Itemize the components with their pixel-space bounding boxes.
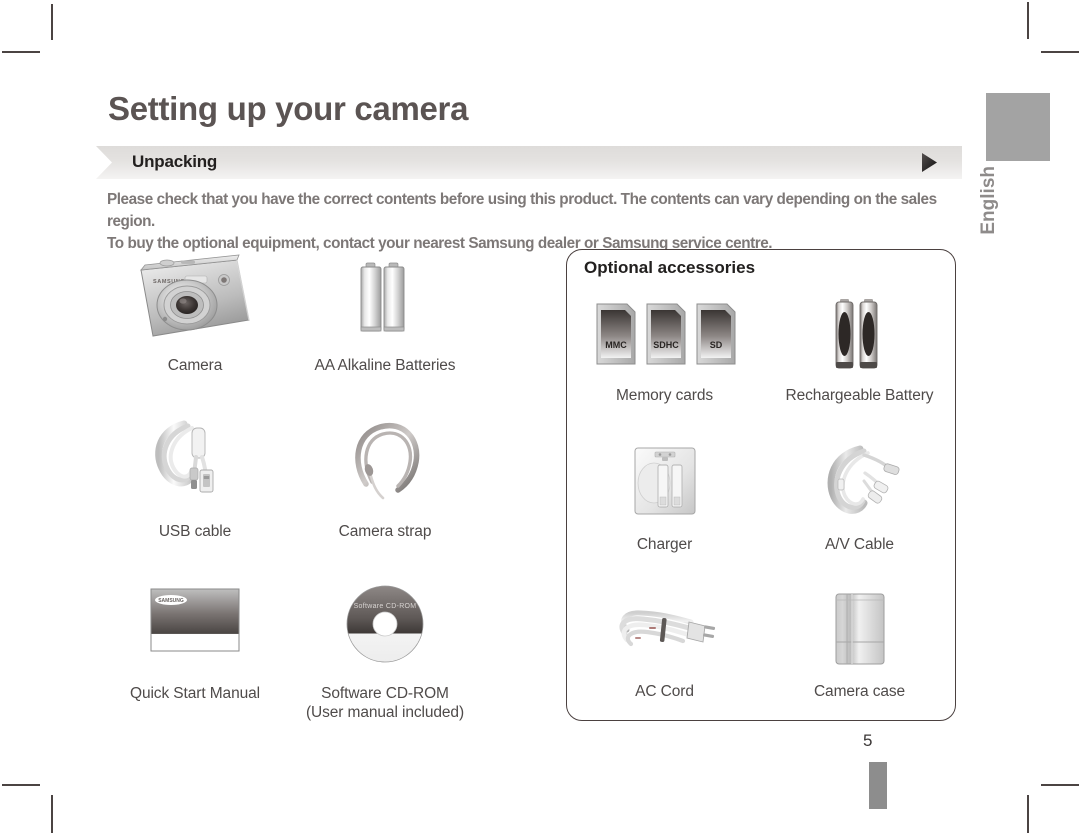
ac-cord-icon — [567, 582, 762, 672]
optional-row-1: MMC SDHC SD Memory cards Rechargeable Ba… — [567, 286, 957, 405]
item-caption: AC Cord — [635, 683, 694, 700]
row-spacer — [100, 541, 500, 568]
item-software-cd-rom: Software CD-ROM Software CD-ROM (User ma… — [290, 568, 480, 722]
footer-marker-bar — [869, 762, 887, 809]
item-caption: Camera case — [813, 683, 906, 700]
row-spacer — [100, 375, 500, 406]
item-caption: AA Alkaline Batteries — [314, 357, 456, 374]
item-aa-batteries: AA Alkaline Batteries — [290, 240, 480, 375]
quick-start-manual-icon: SAMSUNG — [100, 568, 290, 672]
rechargeable-battery-icon — [762, 286, 957, 376]
optional-accessories-title: Optional accessories — [584, 258, 756, 277]
item-caption: Charger — [636, 536, 693, 553]
item-memory-cards: MMC SDHC SD Memory cards — [567, 286, 762, 405]
item-av-cable: A/V Cable — [762, 435, 957, 554]
item-caption-sub: (User manual included) — [305, 704, 465, 721]
usb-cable-icon — [100, 406, 290, 510]
item-camera-strap: Camera strap — [290, 406, 480, 541]
standard-row-3: SAMSUNG Quick Start Manual Software CD-R… — [100, 568, 500, 722]
av-cable-icon — [762, 435, 957, 525]
memory-card-label: SD — [709, 340, 722, 350]
language-tab-block — [986, 93, 1050, 161]
memory-card-label: SDHC — [653, 340, 679, 350]
item-usb-cable: USB cable — [100, 406, 290, 541]
item-caption: A/V Cable — [825, 536, 894, 553]
language-tab: English — [978, 166, 1000, 256]
item-camera: SAMSUNG Camera — [100, 240, 290, 375]
item-camera-case: Camera case — [762, 582, 957, 701]
software-cd-rom-icon: Software CD-ROM — [290, 568, 480, 672]
memory-card-label: MMC — [605, 340, 627, 350]
intro-line-1: Please check that you have the correct c… — [107, 191, 937, 230]
row-spacer — [567, 554, 957, 582]
brand-text: SAMSUNG — [158, 598, 184, 604]
item-charger: Charger — [567, 435, 762, 554]
item-caption: Software CD-ROM (User manual included) — [290, 684, 480, 722]
page-title: Setting up your camera — [108, 90, 469, 127]
item-ac-cord: AC Cord — [567, 582, 762, 701]
item-caption: Memory cards — [616, 387, 713, 404]
item-caption: Camera strap — [338, 523, 432, 540]
optional-row-2: Charger A/V Cable — [567, 435, 957, 554]
item-rechargeable-battery: Rechargeable Battery — [762, 286, 957, 405]
page-number: 5 — [863, 731, 873, 750]
section-banner: Unpacking — [96, 146, 962, 179]
memory-cards-icon: MMC SDHC SD — [567, 286, 762, 376]
cd-label-text: Software CD-ROM — [354, 603, 417, 610]
standard-row-1: SAMSUNG Camera AA Alkaline Batteries — [100, 240, 500, 375]
camera-strap-icon — [290, 406, 480, 510]
item-quick-start-manual: SAMSUNG Quick Start Manual — [100, 568, 290, 722]
standard-contents-grid: SAMSUNG Camera AA Alkaline Batteries USB… — [100, 240, 500, 722]
section-label: Unpacking — [132, 152, 218, 171]
standard-row-2: USB cable Camera strap — [100, 406, 500, 541]
charger-icon — [567, 435, 762, 525]
item-caption: USB cable — [158, 523, 232, 540]
camera-icon: SAMSUNG — [100, 240, 290, 344]
item-caption: Quick Start Manual — [129, 685, 260, 702]
item-caption: Camera — [167, 357, 223, 374]
item-caption-main: Software CD-ROM — [321, 685, 449, 702]
camera-case-icon — [762, 582, 957, 672]
optional-accessories-panel: Optional accessories MMC SDHC SD Memory … — [566, 249, 956, 721]
optional-accessories-grid: MMC SDHC SD Memory cards Rechargeable Ba… — [567, 286, 957, 701]
language-tab-label: English — [978, 166, 999, 235]
optional-row-3: AC Cord Camera case — [567, 582, 957, 701]
item-caption: Rechargeable Battery — [785, 387, 934, 404]
section-banner-shape — [96, 146, 962, 179]
row-spacer — [567, 405, 957, 435]
aa-batteries-icon — [290, 240, 480, 344]
manual-page: Setting up your camera Unpacking Please … — [0, 0, 1080, 835]
